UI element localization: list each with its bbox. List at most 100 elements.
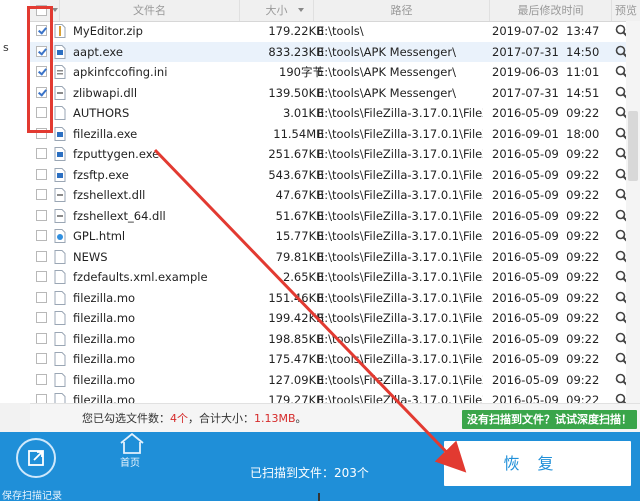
header-modified[interactable]: 最后修改时间 [490, 0, 612, 21]
file-modified: 2016-05-09 09:22 [492, 226, 612, 246]
select-all-checkbox[interactable] [36, 5, 47, 16]
row-checkbox[interactable] [36, 107, 47, 118]
table-row[interactable]: filezilla.mo 198.85KB E:\tools\FileZilla-3… [30, 329, 640, 350]
row-checkbox[interactable] [36, 353, 47, 364]
generic-file-icon [54, 311, 66, 325]
sort-desc-icon [298, 8, 304, 12]
row-checkbox[interactable] [36, 394, 47, 403]
table-row[interactable]: fzsftp.exe 543.67KB E:\tools\FileZilla-3.1… [30, 165, 640, 186]
row-checkbox[interactable] [36, 127, 47, 139]
scrollbar-thumb[interactable] [628, 111, 638, 181]
table-row[interactable]: aapt.exe 833.23KB E:\tools\APK Messenger\ 2… [30, 41, 640, 62]
row-checkbox[interactable] [36, 209, 47, 221]
table-row[interactable]: fzshellext.dll 47.67KB E:\tools\FileZilla-… [30, 185, 640, 206]
table-row[interactable]: fzdefaults.xml.example 2.65KB E:\tools\Fil… [30, 267, 640, 288]
row-checkbox[interactable] [36, 45, 47, 57]
file-path: E:\tools\FileZilla-3.17.0.1\FileZi... [317, 311, 483, 325]
save-record-label[interactable]: 保存扫描记录 [2, 487, 62, 502]
left-gutter: s [0, 0, 30, 432]
file-size: 127.09KB [268, 372, 324, 387]
home-label[interactable]: 首页 [120, 454, 140, 469]
file-date: 2016-05-09 [492, 290, 559, 305]
file-modified: 2016-05-09 09:22 [492, 329, 612, 349]
file-time: 09:22 [566, 393, 600, 403]
header-preview[interactable]: 预览 [612, 0, 640, 21]
summary-prefix: 您已勾选文件数： [82, 412, 170, 425]
row-checkbox[interactable] [36, 373, 47, 385]
file-modified: 2016-05-09 09:22 [492, 144, 612, 164]
file-date: 2016-09-01 [492, 126, 559, 141]
table-row[interactable]: filezilla.mo 199.42KB E:\tools\FileZilla-3… [30, 308, 640, 329]
header-select-all[interactable] [30, 0, 60, 21]
table-row[interactable]: zlibwapi.dll 139.50KB E:\tools\APK Messeng… [30, 83, 640, 104]
file-size: 3.01KB [282, 106, 324, 120]
file-name: filezilla.exe [73, 126, 138, 141]
file-path: E:\tools\FileZilla-3.17.0.1\FileZi... [317, 106, 483, 120]
file-date: 2016-05-09 [492, 331, 559, 346]
file-name: filezilla.mo [73, 290, 136, 305]
generic-file-icon [54, 331, 66, 346]
table-row[interactable]: apkinfccofing.ini 190字节 E:\tools\APK Messe… [30, 62, 640, 83]
exe-file-icon [54, 147, 66, 161]
table-row[interactable]: filezilla.mo 175.47KB E:\tools\FileZilla-3… [30, 349, 640, 370]
row-checkbox[interactable] [36, 25, 47, 36]
file-size: 833.23KB [268, 44, 324, 59]
file-name: zlibwapi.dll [73, 85, 138, 100]
selected-count: 4个 [170, 412, 188, 425]
scrollbar[interactable] [626, 21, 640, 403]
row-checkbox[interactable] [36, 86, 47, 98]
dll-file-icon [54, 208, 66, 223]
table-row[interactable]: AUTHORS 3.01KB E:\tools\FileZilla-3.17.0.1… [30, 103, 640, 124]
dll-file-icon [54, 85, 66, 100]
row-checkbox[interactable] [36, 230, 47, 241]
table-row[interactable]: NEWS 79.81KB E:\tools\FileZilla-3.17.0.1\F… [30, 247, 640, 268]
file-date: 2016-05-09 [492, 188, 559, 202]
row-checkbox[interactable] [36, 250, 47, 262]
table-header: 文件名 大小 路径 最后修改时间 预览 [30, 0, 640, 22]
file-name: filezilla.mo [73, 393, 136, 403]
table-row[interactable]: filezilla.exe 11.54MB E:\tools\FileZilla-3… [30, 124, 640, 145]
exe-file-icon [54, 167, 66, 182]
restore-button[interactable]: 恢复 [444, 441, 631, 486]
deep-scan-button[interactable]: 没有扫描到文件？试试深度扫描！ [462, 410, 637, 429]
row-checkbox[interactable] [36, 66, 47, 77]
file-name: NEWS [73, 249, 108, 264]
row-checkbox[interactable] [36, 332, 47, 344]
table-row[interactable]: GPL.html 15.77KB E:\tools\FileZilla-3.17.0… [30, 226, 640, 247]
file-path: E:\tools\APK Messenger\ [317, 44, 456, 59]
row-checkbox[interactable] [36, 189, 47, 200]
file-size: 15.77KB [275, 229, 324, 243]
file-name: AUTHORS [73, 106, 130, 120]
file-date: 2016-05-09 [492, 208, 559, 223]
row-checkbox[interactable] [36, 148, 47, 159]
file-size: 11.54MB [273, 126, 324, 141]
home-icon[interactable] [117, 432, 147, 454]
summary-mid: ，合计大小： [188, 412, 254, 425]
row-checkbox[interactable] [36, 168, 47, 180]
file-modified: 2016-05-09 09:22 [492, 267, 612, 287]
file-size: 543.67KB [268, 167, 324, 182]
table-row[interactable]: fzputtygen.exe 251.67KB E:\tools\FileZilla… [30, 144, 640, 165]
file-date: 2016-05-09 [492, 249, 559, 264]
header-path[interactable]: 路径 [314, 0, 490, 21]
header-size-label: 大小 [265, 4, 288, 17]
table-row[interactable]: filezilla.mo 179.27KB E:\tools\FileZilla-3… [30, 390, 640, 403]
table-row[interactable]: filezilla.mo 151.46KB E:\tools\FileZilla-3… [30, 288, 640, 309]
row-checkbox[interactable] [36, 271, 47, 282]
row-checkbox[interactable] [36, 291, 47, 303]
row-checkbox[interactable] [36, 312, 47, 323]
save-record-button[interactable] [16, 438, 56, 478]
table-row[interactable]: MyEditor.zip 179.22KB E:\tools\ 2019-07-02 … [30, 21, 640, 42]
file-time: 09:22 [566, 167, 600, 182]
header-size[interactable]: 大小 [240, 0, 314, 21]
file-path: E:\tools\FileZilla-3.17.0.1\FileZi... [317, 167, 483, 182]
file-time: 09:22 [566, 270, 600, 284]
file-path: E:\tools\FileZilla-3.17.0.1\FileZi... [317, 352, 483, 366]
file-path: E:\tools\FileZilla-3.17.0.1\FileZi... [317, 229, 483, 243]
file-modified: 2016-05-09 09:22 [492, 165, 612, 185]
table-row[interactable]: filezilla.mo 127.09KB E:\tools\FileZilla-3… [30, 370, 640, 391]
file-path: E:\tools\APK Messenger\ [317, 65, 456, 79]
header-name[interactable]: 文件名 [60, 0, 240, 21]
file-time: 11:01 [566, 65, 600, 79]
table-row[interactable]: fzshellext_64.dll 51.67KB E:\tools\FileZil… [30, 206, 640, 227]
